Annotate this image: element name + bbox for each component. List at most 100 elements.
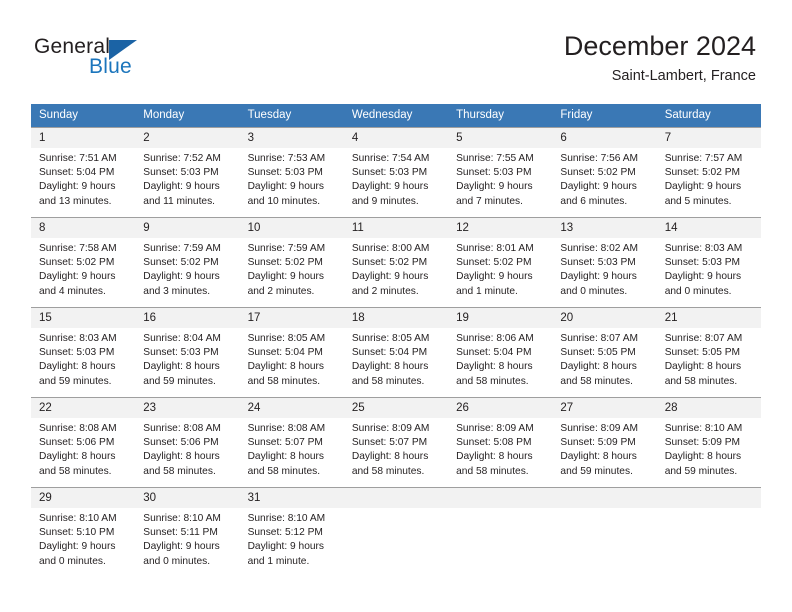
daylight-duration-line1: Daylight: 9 hours	[39, 541, 116, 553]
day-cell[interactable]: 12 Sunrise: 8:01 AM Sunset: 5:02 PM Dayligh…	[448, 217, 553, 307]
day-cell[interactable]: 21 Sunrise: 8:07 AM Sunset: 5:05 PM Dayligh…	[656, 307, 761, 397]
daylight-duration-line2: and 59 minutes.	[39, 375, 112, 387]
sunrise-time: Sunrise: 7:57 AM	[664, 153, 743, 164]
day-cell[interactable]: 27 Sunrise: 8:09 AM Sunset: 5:09 PM Dayligh…	[552, 397, 657, 487]
day-cell[interactable]: 17 Sunrise: 8:05 AM Sunset: 5:04 PM Dayligh…	[239, 307, 344, 397]
daylight-duration-line2: and 4 minutes.	[39, 285, 106, 297]
calendar-cell: 9 Sunrise: 7:59 AM Sunset: 5:02 PM Daylight…	[135, 217, 240, 307]
day-cell[interactable]: 30 Sunrise: 8:10 AM Sunset: 5:11 PM Dayligh…	[135, 487, 240, 577]
title-block: December 2024 Saint-Lambert, France	[564, 30, 756, 85]
sunrise-time: Sunrise: 8:09 AM	[560, 423, 638, 434]
daylight-duration-line2: and 2 minutes.	[351, 285, 419, 297]
general-blue-logo: General Blue	[34, 36, 224, 86]
day-cell[interactable]: 10 Sunrise: 7:59 AM Sunset: 5:02 PM Dayligh…	[239, 217, 344, 307]
day-cell[interactable]: 23 Sunrise: 8:08 AM Sunset: 5:06 PM Dayligh…	[135, 397, 240, 487]
day-cell[interactable]: 5 Sunrise: 7:55 AM Sunset: 5:03 PM Daylight…	[448, 127, 553, 217]
calendar-week-row: 29 Sunrise: 8:10 AM Sunset: 5:10 PM Dayligh…	[31, 487, 761, 577]
sunset-time: Sunset: 5:03 PM	[247, 167, 323, 179]
day-cell[interactable]: 19 Sunrise: 8:06 AM Sunset: 5:04 PM Dayligh…	[448, 307, 553, 397]
day-cell[interactable]: 29 Sunrise: 8:10 AM Sunset: 5:10 PM Dayligh…	[31, 487, 136, 577]
calendar-cell: 10 Sunrise: 7:59 AM Sunset: 5:02 PM Dayligh…	[239, 217, 344, 307]
day-cell[interactable]: 20 Sunrise: 8:07 AM Sunset: 5:05 PM Dayligh…	[552, 307, 657, 397]
daylight-duration-line2: and 0 minutes.	[143, 555, 211, 567]
daylight-duration-line2: and 58 minutes.	[39, 465, 112, 477]
day-number	[552, 488, 657, 508]
calendar-cell: 22 Sunrise: 8:08 AM Sunset: 5:06 PM Dayligh…	[31, 397, 136, 487]
sunrise-time: Sunrise: 8:06 AM	[456, 333, 534, 344]
daylight-duration-line1: Daylight: 8 hours	[351, 451, 429, 463]
sunset-time: Sunset: 5:03 PM	[39, 347, 115, 359]
day-cell[interactable]: 13 Sunrise: 8:02 AM Sunset: 5:03 PM Dayligh…	[552, 217, 657, 307]
sunset-time: Sunset: 5:05 PM	[560, 347, 636, 359]
day-number	[656, 488, 761, 508]
day-number: 21	[656, 308, 761, 328]
daylight-duration-line1: Daylight: 8 hours	[664, 451, 742, 463]
day-details: Sunrise: 8:05 AM Sunset: 5:04 PM Daylight:…	[344, 328, 448, 389]
calendar-cell: 16 Sunrise: 8:04 AM Sunset: 5:03 PM Dayligh…	[135, 307, 240, 397]
calendar-cell	[552, 487, 657, 577]
sunset-time: Sunset: 5:03 PM	[143, 167, 219, 179]
calendar-cell: 30 Sunrise: 8:10 AM Sunset: 5:11 PM Dayligh…	[135, 487, 240, 577]
daylight-duration-line2: and 59 minutes.	[143, 375, 216, 387]
day-cell[interactable]: 16 Sunrise: 8:04 AM Sunset: 5:03 PM Dayligh…	[135, 307, 240, 397]
sunset-time: Sunset: 5:02 PM	[456, 257, 532, 269]
daylight-duration-line1: Daylight: 8 hours	[143, 451, 220, 463]
sunrise-time: Sunrise: 8:05 AM	[247, 333, 326, 344]
day-number: 24	[239, 398, 344, 418]
daylight-duration-line1: Daylight: 8 hours	[560, 361, 637, 373]
sunset-time: Sunset: 5:08 PM	[456, 437, 532, 449]
day-number: 26	[448, 398, 553, 418]
daylight-duration-line2: and 1 minute.	[456, 285, 518, 297]
day-cell[interactable]: 4 Sunrise: 7:54 AM Sunset: 5:03 PM Daylight…	[343, 127, 449, 217]
day-cell[interactable]: 28 Sunrise: 8:10 AM Sunset: 5:09 PM Dayligh…	[656, 397, 761, 487]
sunrise-time: Sunrise: 8:01 AM	[456, 243, 534, 254]
daylight-duration-line1: Daylight: 8 hours	[247, 361, 325, 373]
day-cell[interactable]: 1 Sunrise: 7:51 AM Sunset: 5:04 PM Daylight…	[31, 127, 136, 217]
daylight-duration-line1: Daylight: 8 hours	[143, 361, 220, 373]
sunset-time: Sunset: 5:03 PM	[560, 257, 636, 269]
sunrise-time: Sunrise: 8:10 AM	[247, 513, 326, 524]
daylight-duration-line2: and 0 minutes.	[39, 555, 106, 567]
day-cell[interactable]: 6 Sunrise: 7:56 AM Sunset: 5:02 PM Daylight…	[552, 127, 657, 217]
calendar-cell	[448, 487, 553, 577]
day-cell[interactable]: 7 Sunrise: 7:57 AM Sunset: 5:02 PM Daylight…	[656, 127, 761, 217]
calendar-cell: 7 Sunrise: 7:57 AM Sunset: 5:02 PM Daylight…	[656, 127, 761, 217]
day-cell[interactable]: 8 Sunrise: 7:58 AM Sunset: 5:02 PM Daylight…	[31, 217, 136, 307]
day-cell[interactable]: 14 Sunrise: 8:03 AM Sunset: 5:03 PM Dayligh…	[656, 217, 761, 307]
day-details: Sunrise: 8:02 AM Sunset: 5:03 PM Daylight:…	[552, 238, 656, 299]
daylight-duration-line2: and 10 minutes.	[247, 195, 321, 207]
calendar-cell: 18 Sunrise: 8:05 AM Sunset: 5:04 PM Dayligh…	[343, 307, 449, 397]
day-cell[interactable]: 24 Sunrise: 8:08 AM Sunset: 5:07 PM Dayligh…	[239, 397, 344, 487]
day-cell[interactable]: 31 Sunrise: 8:10 AM Sunset: 5:12 PM Dayligh…	[239, 487, 344, 577]
day-cell[interactable]: 18 Sunrise: 8:05 AM Sunset: 5:04 PM Dayligh…	[343, 307, 449, 397]
day-cell[interactable]: 15 Sunrise: 8:03 AM Sunset: 5:03 PM Dayligh…	[31, 307, 136, 397]
sunrise-time: Sunrise: 8:02 AM	[560, 243, 638, 254]
day-details: Sunrise: 8:10 AM Sunset: 5:09 PM Daylight:…	[657, 418, 761, 479]
day-details: Sunrise: 8:10 AM Sunset: 5:12 PM Daylight:…	[240, 508, 344, 569]
day-number: 9	[135, 218, 240, 238]
sunset-time: Sunset: 5:06 PM	[39, 437, 115, 449]
daylight-duration-line1: Daylight: 9 hours	[664, 271, 742, 283]
daylight-duration-line1: Daylight: 9 hours	[664, 181, 742, 193]
sunrise-time: Sunrise: 8:07 AM	[560, 333, 638, 344]
logo-text-blue: Blue	[89, 55, 132, 78]
day-cell[interactable]: 9 Sunrise: 7:59 AM Sunset: 5:02 PM Daylight…	[135, 217, 240, 307]
weekday-header-saturday: Saturday	[656, 104, 761, 127]
weekday-header-row: Sunday Monday Tuesday Wednesday Thursday…	[31, 104, 761, 127]
calendar-cell: 25 Sunrise: 8:09 AM Sunset: 5:07 PM Dayligh…	[343, 397, 449, 487]
sunrise-time: Sunrise: 8:05 AM	[351, 333, 430, 344]
day-details: Sunrise: 8:07 AM Sunset: 5:05 PM Daylight:…	[657, 328, 761, 389]
sunset-time: Sunset: 5:10 PM	[39, 527, 115, 539]
day-cell[interactable]: 26 Sunrise: 8:09 AM Sunset: 5:08 PM Dayligh…	[448, 397, 553, 487]
day-cell[interactable]: 2 Sunrise: 7:52 AM Sunset: 5:03 PM Daylight…	[135, 127, 240, 217]
day-number: 25	[343, 398, 449, 418]
calendar-cell: 28 Sunrise: 8:10 AM Sunset: 5:09 PM Dayligh…	[656, 397, 761, 487]
sunset-time: Sunset: 5:02 PM	[39, 257, 115, 269]
day-cell[interactable]: 11 Sunrise: 8:00 AM Sunset: 5:02 PM Dayligh…	[343, 217, 449, 307]
day-cell[interactable]: 22 Sunrise: 8:08 AM Sunset: 5:06 PM Dayligh…	[31, 397, 136, 487]
day-cell[interactable]: 25 Sunrise: 8:09 AM Sunset: 5:07 PM Dayligh…	[343, 397, 449, 487]
day-number: 1	[31, 128, 136, 148]
day-number: 19	[448, 308, 553, 328]
sunrise-time: Sunrise: 8:07 AM	[664, 333, 743, 344]
day-cell[interactable]: 3 Sunrise: 7:53 AM Sunset: 5:03 PM Daylight…	[239, 127, 344, 217]
